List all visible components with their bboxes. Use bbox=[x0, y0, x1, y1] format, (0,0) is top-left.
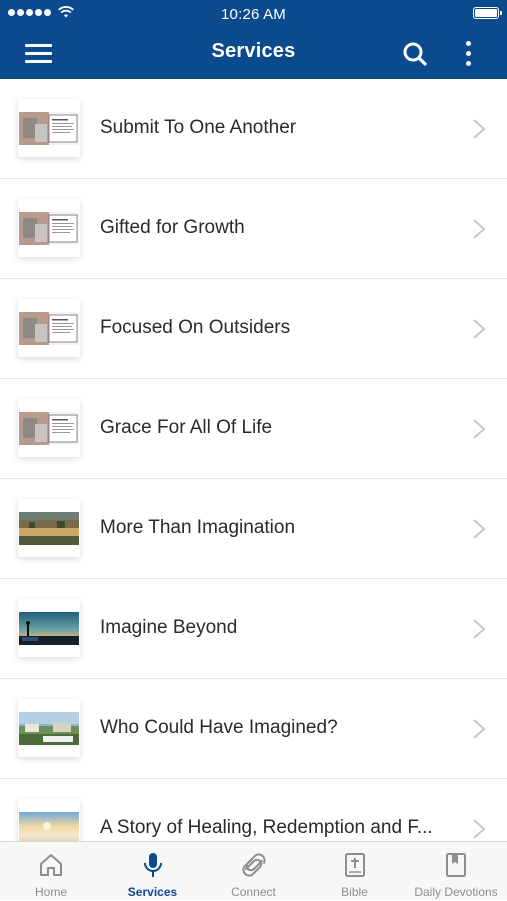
tab-daily-devotions[interactable]: Daily Devotions bbox=[405, 842, 507, 901]
service-item[interactable]: Gifted for Growth bbox=[0, 179, 507, 279]
service-thumbnail bbox=[18, 499, 80, 557]
tab-home[interactable]: Home bbox=[0, 842, 102, 901]
beach-sunrise-thumbnail bbox=[19, 812, 79, 841]
service-thumbnail bbox=[18, 399, 80, 457]
landscape-thumbnail bbox=[19, 512, 79, 545]
service-title: Focused On Outsiders bbox=[100, 317, 291, 338]
microphone-icon bbox=[143, 853, 162, 877]
chevron-right-icon bbox=[473, 319, 486, 339]
connect-icon bbox=[241, 853, 266, 877]
service-thumbnail bbox=[18, 199, 80, 257]
sermon-slide-thumbnail bbox=[19, 112, 79, 145]
service-thumbnail bbox=[18, 799, 80, 841]
chevron-right-icon bbox=[473, 719, 486, 739]
service-item[interactable]: Submit To One Another bbox=[0, 79, 507, 179]
service-title: More Than Imagination bbox=[100, 517, 296, 538]
page-title: Services bbox=[211, 40, 296, 62]
service-item[interactable]: Who Could Have Imagined? bbox=[0, 679, 507, 779]
battery-icon bbox=[473, 7, 502, 19]
service-title: Grace For All Of Life bbox=[100, 417, 273, 438]
chevron-right-icon bbox=[473, 219, 486, 239]
service-title: A Story of Healing, Redemption and F... bbox=[100, 817, 433, 838]
tab-home-label: Home bbox=[34, 885, 67, 899]
service-title: Submit To One Another bbox=[100, 117, 297, 138]
chevron-right-icon bbox=[473, 419, 486, 439]
landscape-thumbnail bbox=[19, 712, 79, 745]
service-item[interactable]: Focused On Outsiders bbox=[0, 279, 507, 379]
tab-connect-label: Connect bbox=[231, 885, 276, 899]
service-thumbnail bbox=[18, 299, 80, 357]
chevron-right-icon bbox=[473, 119, 486, 139]
home-icon bbox=[40, 854, 62, 876]
chevron-right-icon bbox=[473, 519, 486, 539]
nav-bar: Services bbox=[0, 28, 507, 79]
tab-daily-devotions-label: Daily Devotions bbox=[414, 885, 498, 899]
sermon-slide-thumbnail bbox=[19, 312, 79, 345]
bible-icon bbox=[344, 853, 365, 877]
service-item[interactable]: Grace For All Of Life bbox=[0, 379, 507, 479]
service-item[interactable]: More Than Imagination bbox=[0, 479, 507, 579]
more-vertical-icon[interactable] bbox=[458, 38, 478, 70]
service-item[interactable]: A Story of Healing, Redemption and F... bbox=[0, 779, 507, 841]
service-thumbnail bbox=[18, 599, 80, 657]
sermon-slide-thumbnail bbox=[19, 212, 79, 245]
tab-bible[interactable]: Bible bbox=[304, 842, 405, 901]
services-list: Submit To One Another Gifted for Growth bbox=[0, 79, 507, 841]
status-bar: 10:26 AM bbox=[0, 0, 507, 28]
chevron-right-icon bbox=[473, 819, 486, 839]
service-thumbnail bbox=[18, 699, 80, 757]
status-time: 10:26 AM bbox=[221, 6, 286, 23]
hamburger-menu-icon[interactable] bbox=[22, 40, 56, 66]
tab-connect[interactable]: Connect bbox=[203, 842, 304, 901]
chevron-right-icon bbox=[473, 619, 486, 639]
tab-services-label: Services bbox=[127, 885, 178, 899]
tab-bar: Home Services Connect Bible Daily Devoti… bbox=[0, 841, 507, 900]
service-title: Gifted for Growth bbox=[100, 217, 245, 238]
service-title: Imagine Beyond bbox=[100, 617, 238, 638]
bookmark-book-icon bbox=[446, 853, 466, 877]
service-thumbnail bbox=[18, 99, 80, 157]
service-item[interactable]: Imagine Beyond bbox=[0, 579, 507, 679]
service-title: Who Could Have Imagined? bbox=[100, 717, 338, 738]
search-icon[interactable] bbox=[401, 40, 429, 68]
tab-bible-label: Bible bbox=[341, 885, 368, 899]
sermon-slide-thumbnail bbox=[19, 412, 79, 445]
sunset-thumbnail bbox=[19, 612, 79, 645]
tab-services[interactable]: Services bbox=[102, 842, 203, 901]
